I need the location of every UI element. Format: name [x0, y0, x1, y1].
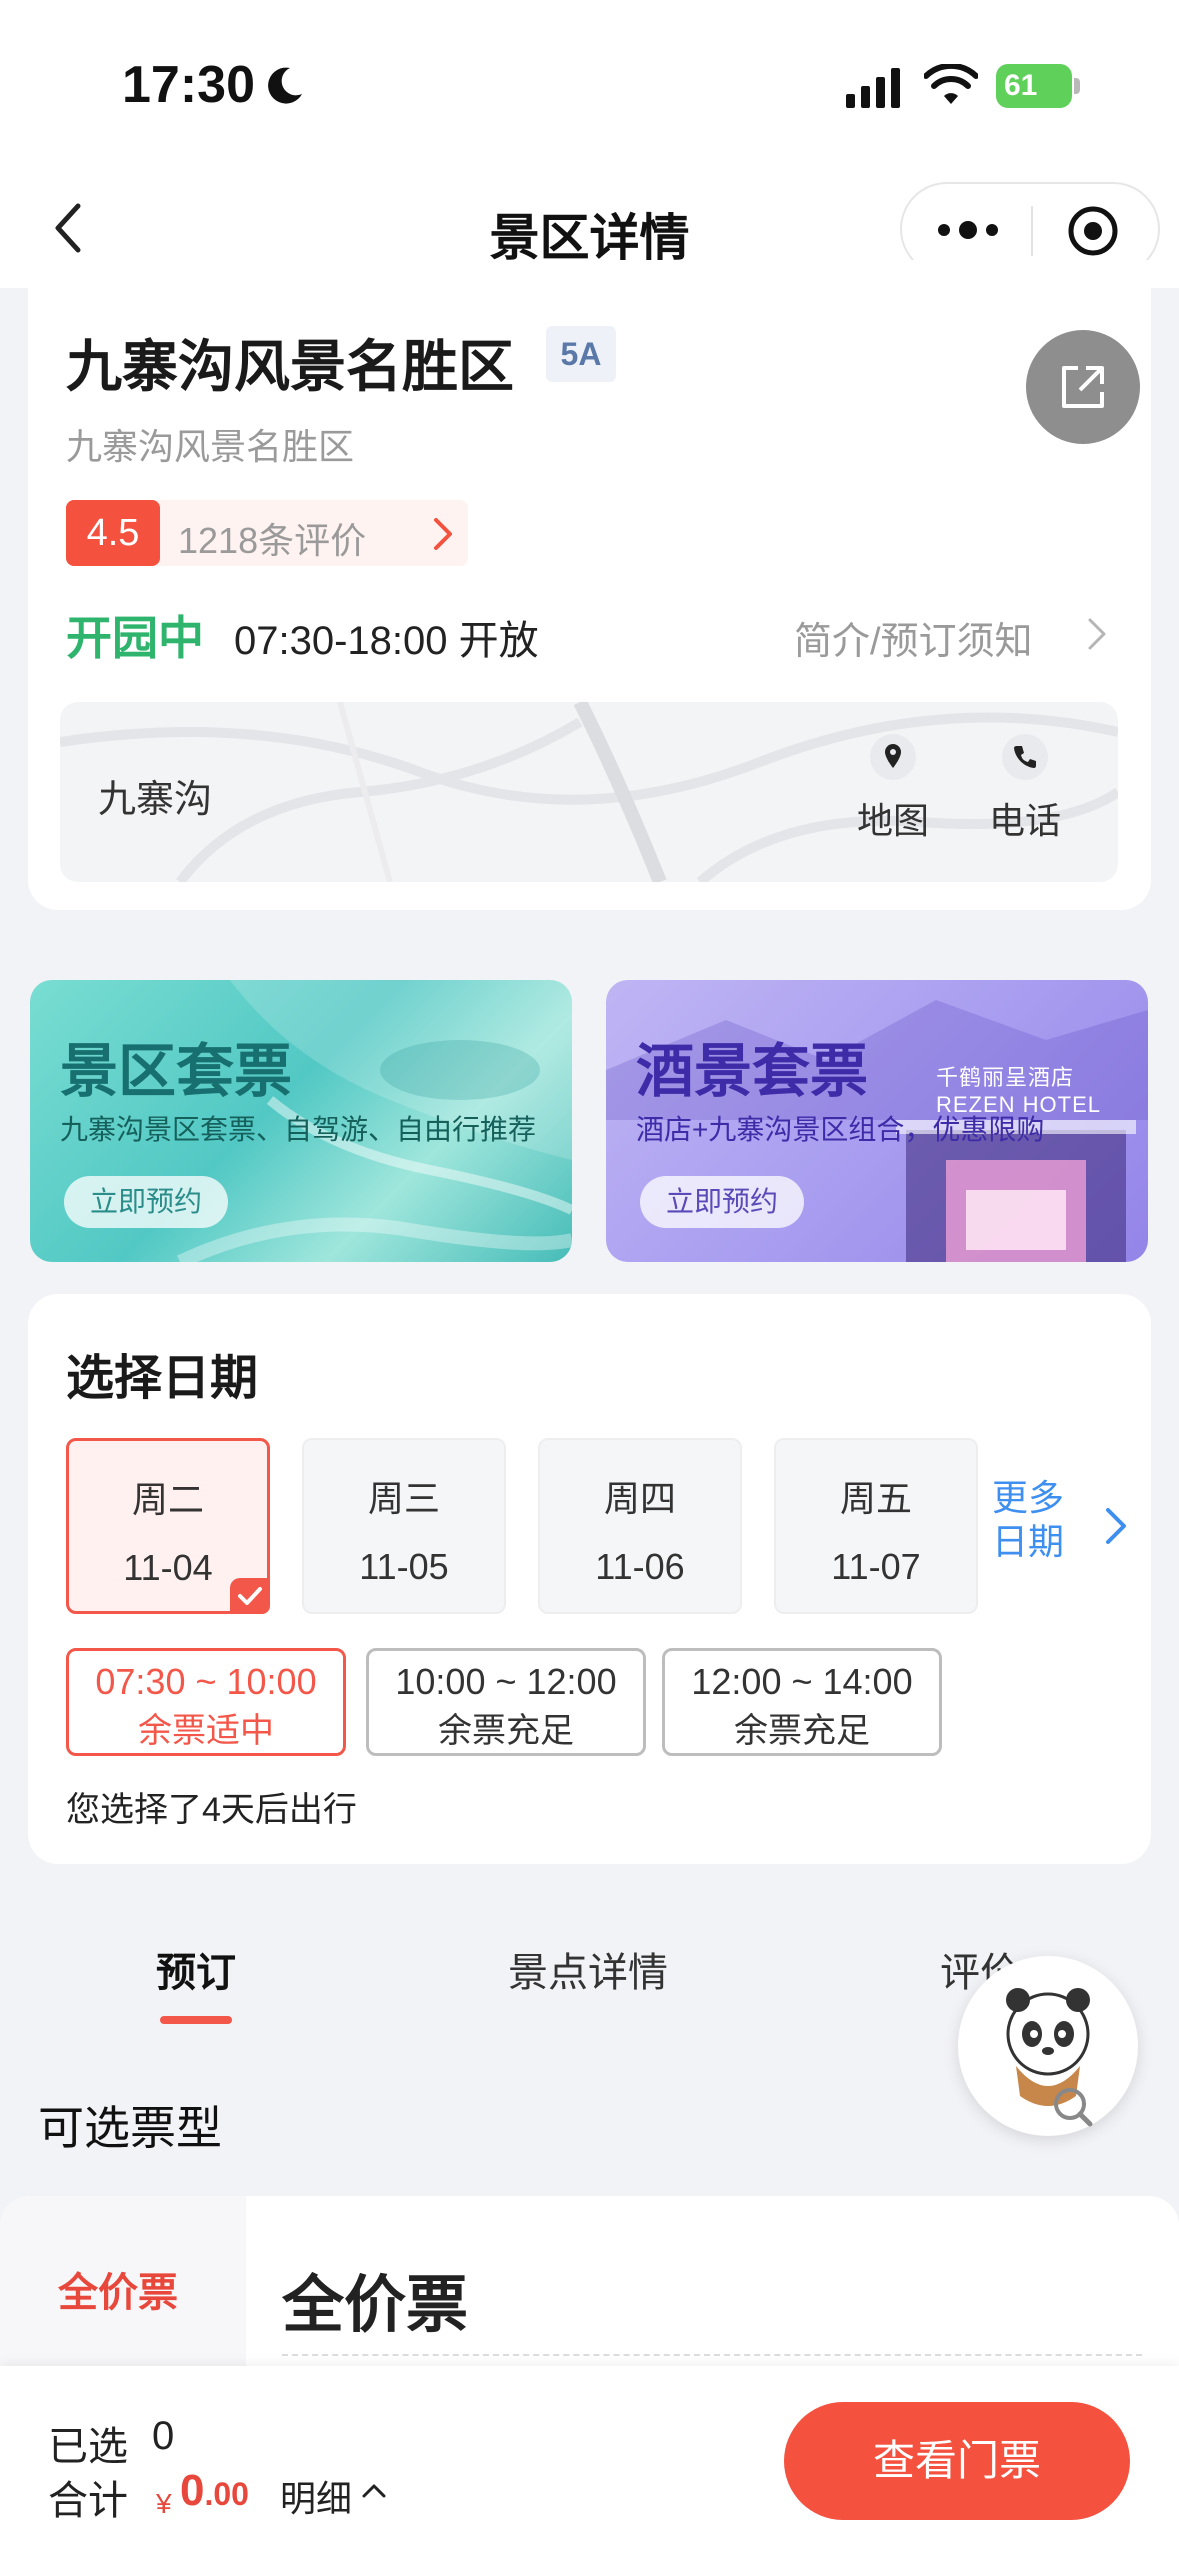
divider: [282, 2354, 1142, 2356]
open-hours: 07:30-18:00 开放: [234, 619, 539, 663]
more-dots-icon[interactable]: [932, 214, 1004, 246]
ticket-category-sidebar: 全价票: [0, 2196, 246, 2366]
view-tickets-button[interactable]: 查看门票: [784, 2402, 1130, 2520]
phone-label: 电话: [988, 800, 1061, 841]
date-tile[interactable]: 周四 11-06: [538, 1438, 742, 1614]
date-weekday: 周四: [603, 1478, 676, 1519]
promo-desc: 九寨沟景区套票、自驾游、自由行推荐: [60, 1114, 537, 1145]
currency-symbol: ¥: [156, 2488, 172, 2519]
time-slot[interactable]: 12:00 ~ 14:00 余票充足: [662, 1648, 942, 1756]
travel-hint: 您选择了4天后出行: [66, 1791, 357, 1829]
slot-status: 余票充足: [734, 1712, 870, 1750]
slot-status: 余票适中: [138, 1712, 274, 1750]
open-status: 开园中: [66, 612, 204, 664]
grade-badge: 5A: [546, 326, 616, 382]
location-pin-icon: [870, 734, 916, 780]
slot-time: 12:00 ~ 14:00: [691, 1661, 913, 1702]
share-button[interactable]: [1026, 330, 1140, 444]
date-weekday: 周五: [839, 1478, 912, 1519]
checkout-bar: 已选 0 合计 ¥ 0.00 明细 查看门票: [0, 2366, 1179, 2556]
review-count: 1218条评价: [178, 520, 367, 561]
map-button[interactable]: 地图: [848, 734, 938, 844]
map-location-name: 九寨沟: [98, 779, 213, 821]
date-tile[interactable]: 周二 11-04: [66, 1438, 270, 1614]
more-dates-link[interactable]: 更多日期: [992, 1476, 1072, 1564]
active-tab-indicator: [160, 2016, 232, 2024]
ticket-group-heading: 全价票: [282, 2271, 469, 2340]
chevron-right-icon: [1088, 618, 1106, 650]
amount-integer: 0: [180, 2466, 205, 2515]
signal-icon: [846, 68, 900, 108]
section-title: 选择日期: [66, 1352, 259, 1405]
wifi-icon: [924, 64, 978, 104]
rating-score: 4.5: [66, 500, 160, 566]
date-tile[interactable]: 周五 11-07: [774, 1438, 978, 1614]
rating-reviews-link[interactable]: 4.5 1218条评价: [66, 500, 468, 566]
phone-icon: [1002, 734, 1048, 780]
time-slot[interactable]: 07:30 ~ 10:00 余票适中: [66, 1648, 346, 1756]
date-weekday: 周二: [131, 1479, 204, 1520]
chevron-right-icon[interactable]: [1104, 1506, 1128, 1546]
total-amount: 0.00: [180, 2466, 249, 2516]
share-icon: [1062, 366, 1104, 408]
scenic-sub-name: 九寨沟风景名胜区: [66, 426, 355, 467]
promo-title: 酒景套票: [636, 1037, 869, 1105]
panda-mascot-icon: [1006, 1988, 1093, 2127]
intro-notice-link[interactable]: 简介/预订须知: [794, 610, 1033, 665]
moon-icon: [268, 67, 302, 104]
status-bar: 17:30 61: [0, 0, 1179, 170]
slot-time: 07:30 ~ 10:00: [95, 1661, 317, 1702]
mascot-assistant-button[interactable]: [958, 1956, 1138, 2136]
chevron-up-icon[interactable]: [360, 2482, 388, 2500]
promo-desc: 酒店+九寨沟景区组合，优惠限购: [636, 1114, 1045, 1145]
date-day: 11-07: [831, 1546, 921, 1587]
check-icon: [230, 1578, 270, 1614]
date-weekday: 周三: [367, 1478, 440, 1519]
map-strip[interactable]: 九寨沟 地图 电话: [60, 702, 1118, 882]
time-slot[interactable]: 10:00 ~ 12:00 余票充足: [366, 1648, 646, 1756]
ticket-types-label: 可选票型: [38, 2102, 222, 2154]
promo-title: 景区套票: [60, 1037, 293, 1105]
date-tile[interactable]: 周三 11-05: [302, 1438, 506, 1614]
scenic-name: 九寨沟风景名胜区: [66, 335, 514, 398]
total-label: 合计: [48, 2479, 128, 2523]
hotel-package-banner[interactable]: 千鹤丽呈酒店 REZEN HOTEL 酒景套票 酒店+九寨沟景区组合，优惠限购 …: [606, 980, 1148, 1262]
slot-time: 10:00 ~ 12:00: [395, 1661, 617, 1702]
date-picker-card: 选择日期 周二 11-04 周三 11-05 周四 11-06 周五 11-07…: [28, 1294, 1151, 1864]
scenic-package-banner[interactable]: 景区套票 九寨沟景区套票、自驾游、自由行推荐 立即预约: [30, 980, 572, 1262]
battery-icon: 61: [996, 64, 1080, 108]
phone-button[interactable]: 电话: [980, 734, 1070, 844]
selected-label: 已选: [48, 2425, 128, 2469]
tab-attraction-details[interactable]: 景点详情: [508, 1940, 668, 1998]
scenic-info-card: 九寨沟风景名胜区 5A 九寨沟风景名胜区 4.5 1218条评价 开园中 07:…: [28, 260, 1151, 910]
price-detail-link[interactable]: 明细: [280, 2470, 352, 2522]
selected-count: 0: [152, 2414, 175, 2458]
date-day: 11-06: [595, 1546, 685, 1587]
slot-status: 余票充足: [438, 1712, 574, 1750]
map-background: [60, 702, 1118, 882]
category-full-price[interactable]: 全价票: [58, 2260, 178, 2318]
book-now-button[interactable]: 立即预约: [64, 1176, 228, 1228]
close-miniprogram-icon[interactable]: [1066, 204, 1120, 258]
tab-booking[interactable]: 预订: [156, 1940, 236, 1998]
battery-level: 61: [996, 64, 1072, 108]
chevron-right-icon: [434, 518, 452, 550]
amount-decimal: .00: [204, 2476, 249, 2512]
map-label: 地图: [856, 800, 929, 841]
date-day: 11-05: [359, 1546, 449, 1587]
book-now-button[interactable]: 立即预约: [640, 1176, 804, 1228]
status-time: 17:30: [122, 56, 255, 114]
